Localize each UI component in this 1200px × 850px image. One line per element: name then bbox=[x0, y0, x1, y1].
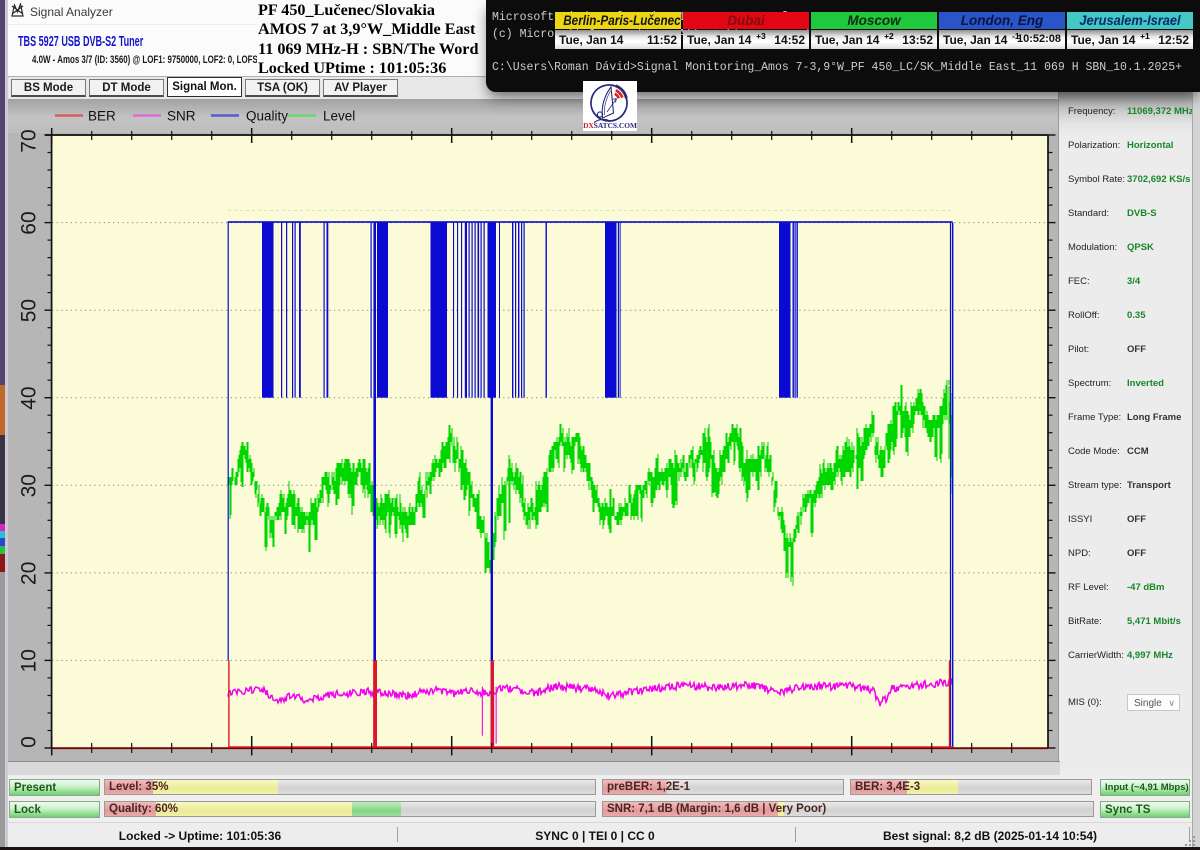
svg-text:SNR: SNR bbox=[167, 109, 196, 124]
svg-text:20: 20 bbox=[18, 562, 41, 585]
svg-text:60: 60 bbox=[18, 211, 41, 234]
svg-text:Quality: Quality bbox=[246, 109, 288, 124]
svg-text:DXSATCS.COM: DXSATCS.COM bbox=[583, 121, 637, 130]
svg-text:50: 50 bbox=[18, 299, 41, 322]
svg-text:BER: BER bbox=[88, 109, 116, 124]
svg-text:40: 40 bbox=[18, 386, 41, 409]
svg-text:0: 0 bbox=[18, 736, 41, 748]
svg-text:70: 70 bbox=[18, 129, 41, 152]
svg-text:10: 10 bbox=[18, 649, 41, 672]
svg-text:Level: Level bbox=[323, 109, 355, 124]
svg-text:30: 30 bbox=[18, 474, 41, 497]
